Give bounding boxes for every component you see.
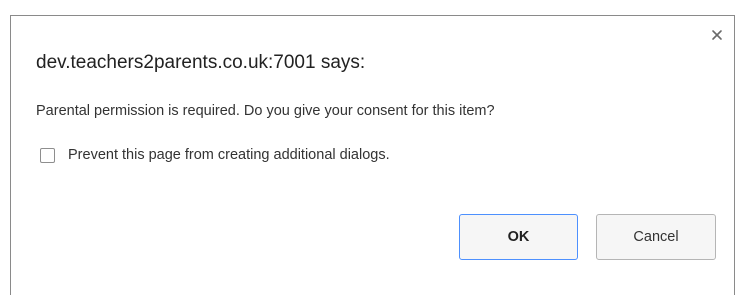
prevent-dialogs-checkbox[interactable] (40, 147, 55, 163)
dialog-message: Parental permission is required. Do you … (36, 103, 495, 119)
dialog-title: dev.teachers2parents.co.uk:7001 says: (36, 52, 366, 73)
cancel-button[interactable]: Cancel (596, 214, 716, 260)
prevent-dialogs-label: Prevent this page from creating addition… (68, 147, 390, 163)
close-icon[interactable] (710, 28, 724, 42)
alert-dialog: dev.teachers2parents.co.uk:7001 says: Pa… (10, 15, 735, 295)
prevent-dialogs-option[interactable]: Prevent this page from creating addition… (40, 147, 390, 163)
ok-button[interactable]: OK (459, 214, 578, 260)
